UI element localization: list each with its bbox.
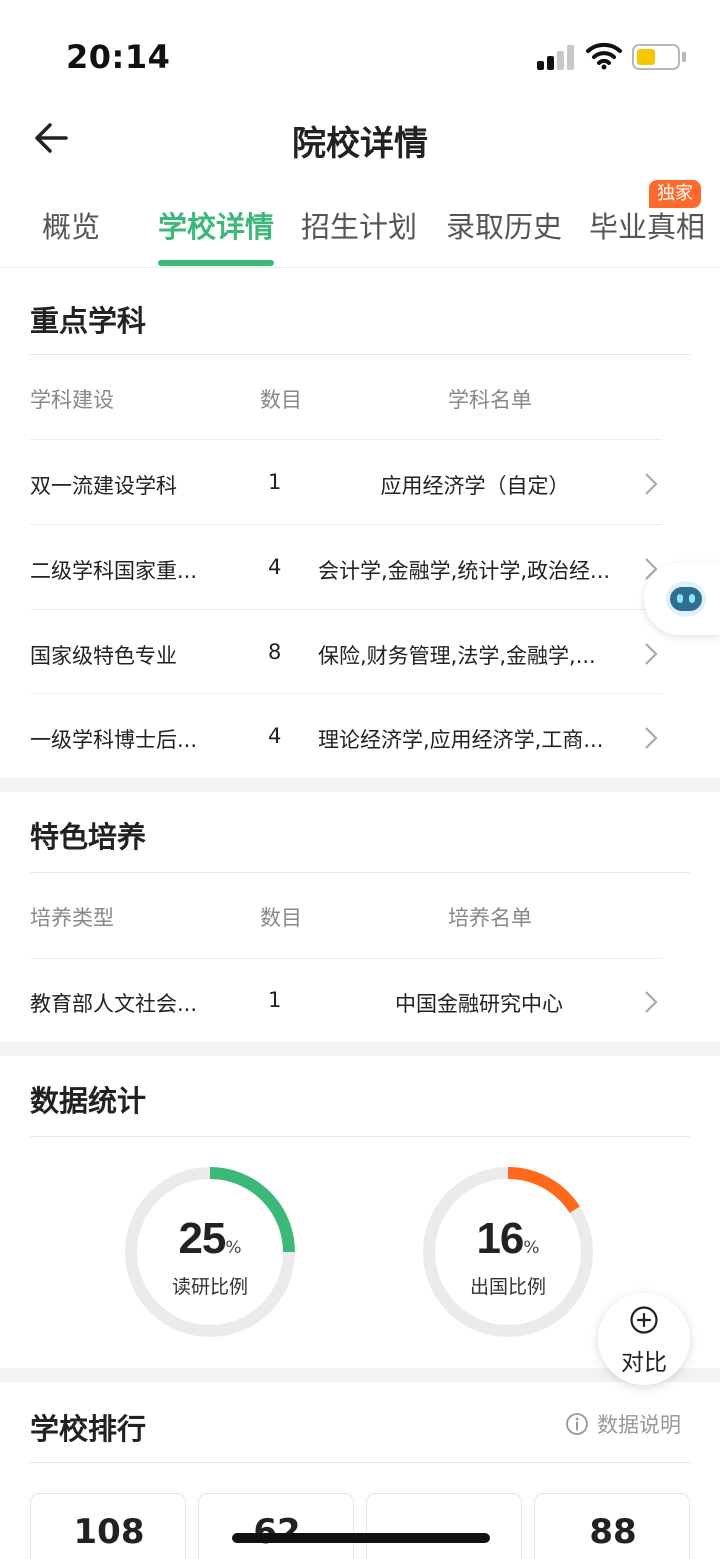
discipline-list: 理论经济学,应用经济学,工商... <box>318 728 604 752</box>
stat-number: 25 <box>178 1214 226 1263</box>
stat-unit: % <box>523 1238 540 1258</box>
row-divider <box>30 958 662 959</box>
discipline-type: 一级学科博士后... <box>30 728 198 752</box>
divider <box>30 354 690 355</box>
tab-bar: 概览 学校详情 招生计划 录取历史 毕业真相 独家 <box>0 180 720 268</box>
column-header: 学科建设 <box>30 388 114 412</box>
row-divider <box>30 609 662 610</box>
assistant-robot-button[interactable] <box>644 563 720 635</box>
divider <box>30 1462 690 1463</box>
active-tab-indicator <box>158 260 274 266</box>
row-divider <box>30 524 662 525</box>
column-header: 培养类型 <box>30 906 114 930</box>
tab-enrollment-plan[interactable]: 招生计划 <box>301 204 417 246</box>
section-title: 学校排行 <box>30 1412 147 1446</box>
data-note-link[interactable]: 数据说明 <box>597 1409 681 1439</box>
postgrad-ratio-value: 25% <box>120 1214 300 1264</box>
column-header: 培养名单 <box>448 906 532 930</box>
tab-admission-history[interactable]: 录取历史 <box>446 204 562 246</box>
compare-button[interactable]: 对比 <box>598 1293 690 1385</box>
plus-circle-icon <box>630 1306 658 1334</box>
rank-card[interactable]: 62 <box>198 1493 354 1559</box>
discipline-list: 保险,财务管理,法学,金融学,... <box>318 644 596 668</box>
discipline-count: 1 <box>268 470 282 494</box>
divider <box>30 1136 690 1137</box>
chevron-right-icon <box>645 991 658 1013</box>
rank-card[interactable]: 88 <box>534 1493 690 1559</box>
page-title: 院校详情 <box>292 124 428 164</box>
column-header: 数目 <box>260 388 302 412</box>
exclusive-badge: 独家 <box>649 180 701 208</box>
chevron-right-icon <box>645 727 658 749</box>
chevron-right-icon <box>645 643 658 665</box>
chevron-right-icon <box>645 473 658 495</box>
discipline-type: 国家级特色专业 <box>30 644 177 668</box>
status-bar: 20:14 <box>0 0 720 100</box>
row-divider <box>30 439 662 440</box>
stat-number: 16 <box>476 1214 524 1263</box>
rank-value: 62 <box>253 1512 301 1552</box>
row-divider <box>30 693 662 694</box>
robot-icon <box>666 581 706 617</box>
info-icon[interactable] <box>565 1412 589 1436</box>
stat-label: 读研比例 <box>171 1276 248 1298</box>
column-header: 学科名单 <box>448 388 532 412</box>
training-type: 教育部人文社会... <box>30 992 198 1016</box>
wifi-icon <box>586 42 622 70</box>
discipline-count: 8 <box>268 640 282 664</box>
stat-unit: % <box>225 1238 242 1258</box>
abroad-ratio-value: 16% <box>418 1214 598 1264</box>
discipline-list: 应用经济学（自定） <box>380 474 570 498</box>
tab-graduation-truth[interactable]: 毕业真相 <box>589 204 705 246</box>
special-training-card: 特色培养 培养类型 数目 培养名单 教育部人文社会... 1 中国金融研究中心 <box>0 792 720 1042</box>
discipline-type: 双一流建设学科 <box>30 474 177 498</box>
tab-school-details[interactable]: 学校详情 <box>158 204 274 246</box>
rank-value: 108 <box>73 1512 145 1552</box>
battery-tip <box>682 52 686 62</box>
section-title: 重点学科 <box>30 304 147 338</box>
section-title: 特色培养 <box>30 820 147 854</box>
training-list: 中国金融研究中心 <box>395 992 563 1016</box>
stat-label: 出国比例 <box>469 1276 546 1298</box>
discipline-count: 4 <box>268 555 282 579</box>
rank-value: 88 <box>589 1512 637 1552</box>
compare-label: 对比 <box>621 1350 667 1376</box>
rank-card[interactable] <box>366 1493 522 1559</box>
column-header: 数目 <box>260 906 302 930</box>
navbar: 院校详情 <box>0 100 720 180</box>
home-indicator <box>232 1533 490 1543</box>
tab-overview[interactable]: 概览 <box>42 204 100 246</box>
rank-card[interactable]: 108 <box>30 1493 186 1559</box>
key-disciplines-card: 重点学科 学科建设 数目 学科名单 双一流建设学科 1 应用经济学（自定） 二级… <box>0 268 720 778</box>
divider <box>30 872 690 873</box>
cellular-signal-icon <box>537 44 577 70</box>
discipline-count: 4 <box>268 724 282 748</box>
battery-icon <box>632 44 680 70</box>
discipline-type: 二级学科国家重... <box>30 559 198 583</box>
section-title: 数据统计 <box>30 1084 147 1118</box>
training-count: 1 <box>268 988 282 1012</box>
discipline-list: 会计学,金融学,统计学,政治经... <box>318 559 611 583</box>
status-time: 20:14 <box>66 38 171 76</box>
